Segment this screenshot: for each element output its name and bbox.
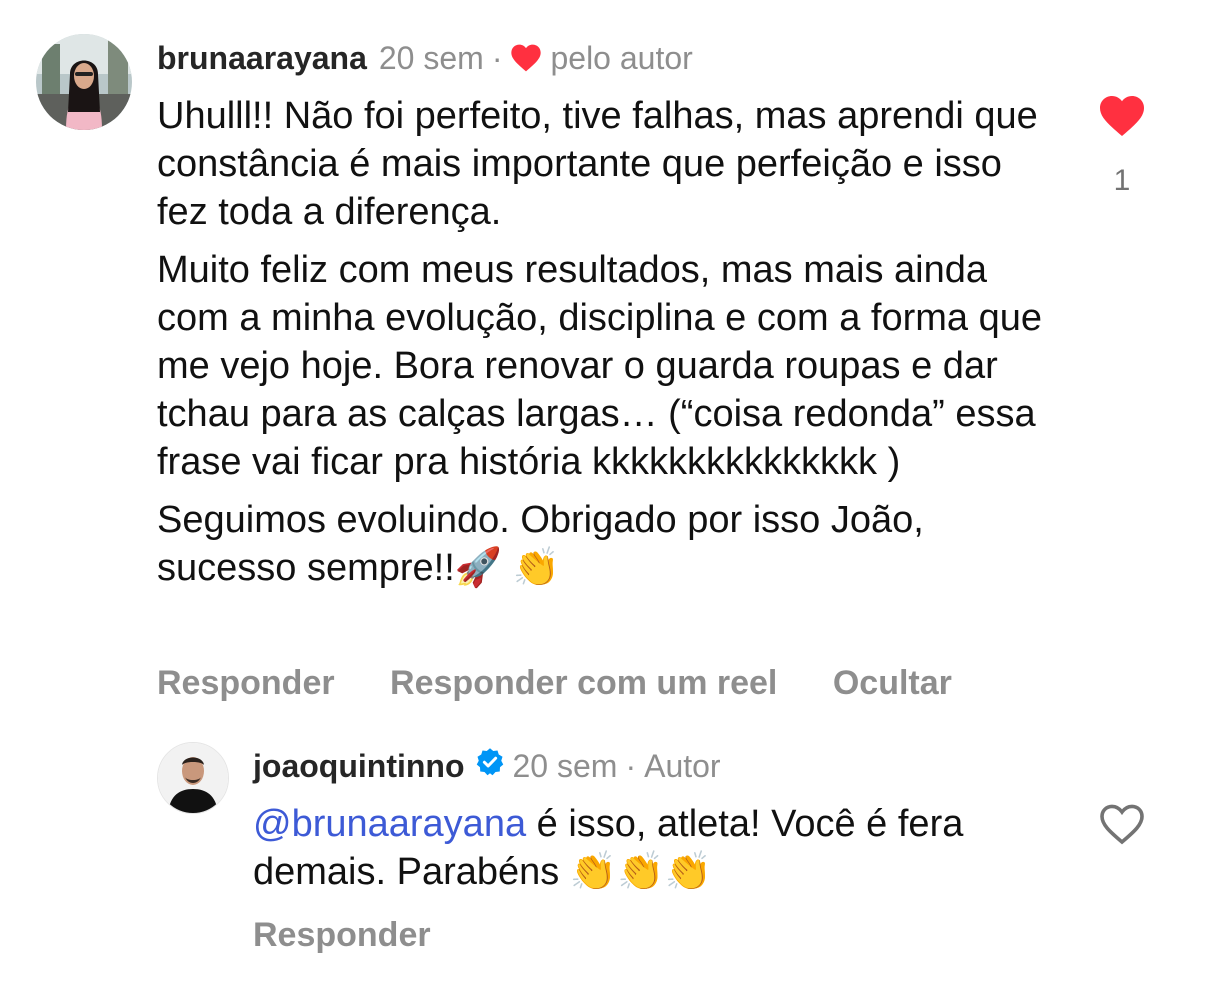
- avatar-brunaarayana[interactable]: [36, 34, 132, 130]
- reply-button[interactable]: Responder: [157, 664, 335, 702]
- comment-time: 20 sem: [378, 40, 484, 76]
- liked-by-author-label: pelo autor: [550, 40, 693, 76]
- reply-header: joaoquintinno 20 sem · Autor: [253, 746, 721, 786]
- comment-username[interactable]: brunaarayana: [157, 38, 367, 78]
- comment-body: Uhulll!! Não foi perfeito, tive falhas, …: [157, 92, 1057, 602]
- comment-actions: Responder Responder com um reel Ocultar: [157, 663, 998, 703]
- reply-actions: Responder: [253, 915, 477, 955]
- reply-button[interactable]: Responder: [253, 916, 431, 954]
- heart-filled-icon: [1100, 96, 1144, 136]
- hide-button[interactable]: Ocultar: [833, 664, 952, 702]
- author-label: Autor: [644, 748, 721, 784]
- reply-like-button[interactable]: [1098, 802, 1146, 851]
- comment-paragraph: Muito feliz com meus resultados, mas mai…: [157, 249, 1043, 483]
- mention-link[interactable]: @brunaarayana: [253, 803, 526, 845]
- separator-dot: ·: [625, 748, 637, 784]
- reply-username[interactable]: joaoquintinno: [253, 746, 465, 786]
- author-heart-icon: [510, 43, 542, 73]
- separator-dot: ·: [491, 40, 503, 76]
- comment-paragraph: Uhulll!! Não foi perfeito, tive falhas, …: [157, 95, 1038, 233]
- verified-badge-icon: [475, 746, 505, 786]
- comment-header: brunaarayana 20 sem · pelo autor: [157, 38, 693, 78]
- heart-outline-icon: [1100, 804, 1144, 845]
- avatar-image: [158, 743, 228, 813]
- reply-time: 20 sem: [512, 748, 618, 784]
- comment-like-count: 1: [1113, 164, 1131, 197]
- reply-with-reel-button[interactable]: Responder com um reel: [390, 664, 777, 702]
- avatar-image: [36, 34, 132, 130]
- comment-paragraph: Seguimos evoluindo. Obrigado por isso Jo…: [157, 499, 924, 589]
- avatar-joaoquintinno[interactable]: [157, 742, 229, 814]
- reply-body: @brunaarayana é isso, atleta! Você é fer…: [253, 800, 1013, 896]
- comment-like-button[interactable]: [1098, 94, 1146, 143]
